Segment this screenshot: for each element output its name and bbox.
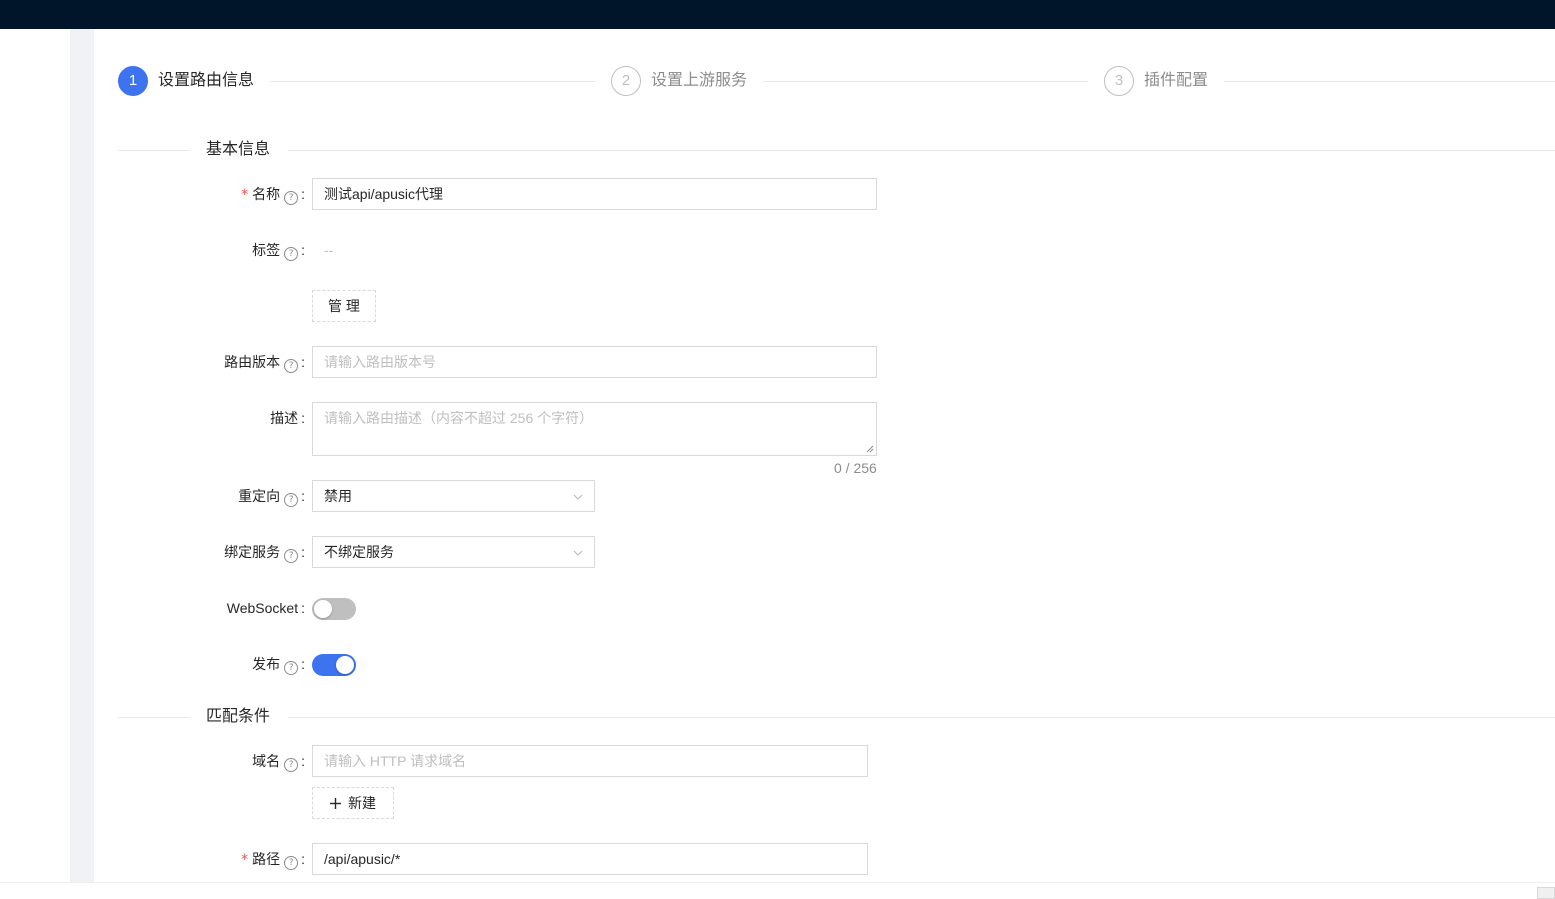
question-circle-icon[interactable]: ? — [284, 661, 299, 675]
section-divider-right — [288, 717, 1555, 718]
required-mark: * — [241, 852, 249, 868]
step-2-title[interactable]: 设置上游服务 — [651, 69, 747, 93]
chevron-down-icon — [573, 550, 583, 556]
section-divider-left — [118, 717, 190, 718]
step-connector-1 — [270, 81, 595, 82]
top-header-bar — [0, 0, 1555, 29]
version-input[interactable]: 请输入路由版本号 — [312, 346, 877, 378]
question-circle-icon[interactable]: ? — [284, 359, 299, 373]
labels-value: -- — [324, 242, 334, 258]
step-3-icon[interactable]: 3 — [1104, 66, 1134, 96]
path-label: * 路径?: — [241, 851, 305, 870]
resize-grip-icon[interactable] — [866, 445, 874, 453]
step-1-icon[interactable]: 1 — [118, 66, 148, 96]
section-divider-right — [288, 150, 1555, 151]
sidebar-strip — [70, 29, 94, 899]
switch-knob — [314, 600, 332, 618]
required-mark: * — [241, 187, 249, 203]
section-title-basic: 基本信息 — [206, 138, 271, 162]
bottom-bar — [0, 882, 1555, 899]
description-textarea[interactable]: 请输入路由描述（内容不超过 256 个字符） — [312, 402, 877, 456]
description-placeholder: 请输入路由描述（内容不超过 256 个字符） — [324, 410, 594, 426]
chevron-down-icon — [573, 494, 583, 500]
labels-label: 标签?: — [252, 242, 305, 261]
host-input[interactable]: 请输入 HTTP 请求域名 — [312, 745, 868, 777]
name-input[interactable]: 测试api/apusic代理 — [312, 178, 877, 210]
add-host-button-label: 新建 — [348, 795, 376, 811]
version-label: 路由版本?: — [224, 354, 305, 373]
service-select[interactable]: 不绑定服务 — [312, 536, 595, 568]
publish-switch[interactable] — [312, 654, 356, 676]
question-circle-icon[interactable]: ? — [284, 191, 299, 205]
question-circle-icon[interactable]: ? — [284, 549, 299, 563]
host-label: 域名?: — [252, 753, 305, 772]
description-label: 描述: — [270, 410, 305, 426]
question-circle-icon[interactable]: ? — [284, 493, 299, 507]
service-selected-value: 不绑定服务 — [324, 544, 394, 560]
step-3-title[interactable]: 插件配置 — [1144, 69, 1208, 93]
scroll-corner[interactable] — [1537, 887, 1555, 899]
step-connector-3 — [1224, 81, 1555, 82]
description-counter: 0 / 256 — [834, 460, 877, 476]
service-label: 绑定服务?: — [224, 544, 305, 563]
question-circle-icon[interactable]: ? — [284, 856, 299, 870]
section-title-match: 匹配条件 — [206, 705, 271, 729]
path-input[interactable]: /api/apusic/* — [312, 843, 868, 875]
websocket-switch[interactable] — [312, 598, 356, 620]
redirect-selected-value: 禁用 — [324, 488, 352, 504]
question-circle-icon[interactable]: ? — [284, 758, 299, 772]
step-1-title[interactable]: 设置路由信息 — [158, 69, 254, 93]
name-label: * 名称?: — [241, 186, 305, 205]
plus-icon — [330, 798, 341, 809]
left-blank-area — [0, 29, 70, 899]
step-connector-2 — [763, 81, 1088, 82]
section-divider-left — [118, 150, 190, 151]
redirect-label: 重定向?: — [238, 488, 305, 507]
websocket-label: WebSocket: — [226, 600, 305, 616]
add-host-button[interactable]: 新建 — [312, 787, 394, 819]
redirect-select[interactable]: 禁用 — [312, 480, 595, 512]
switch-knob — [336, 656, 354, 674]
question-circle-icon[interactable]: ? — [284, 247, 299, 261]
step-2-icon[interactable]: 2 — [611, 66, 641, 96]
manage-labels-button[interactable]: 管 理 — [312, 290, 376, 322]
publish-label: 发布?: — [252, 656, 305, 675]
